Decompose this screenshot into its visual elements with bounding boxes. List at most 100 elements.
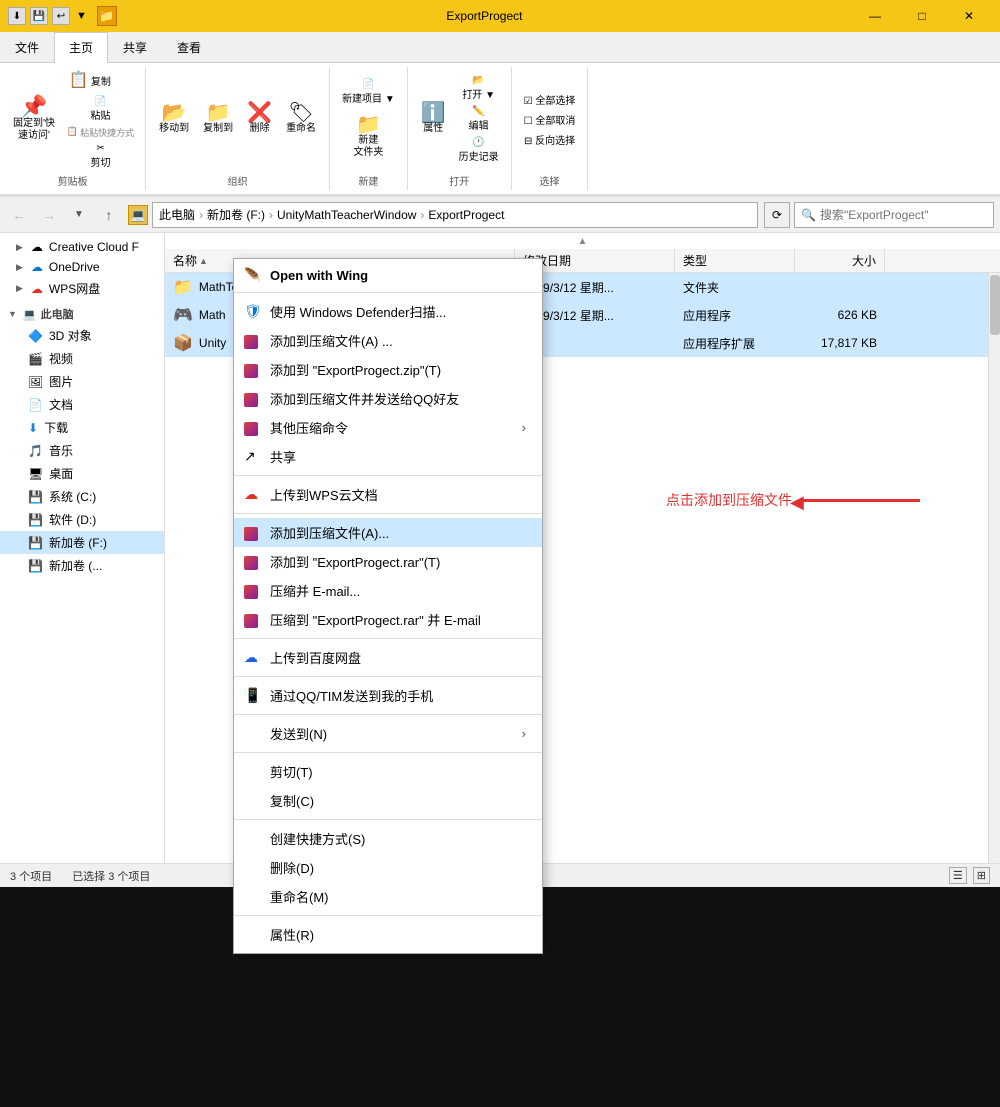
ribbon-tab-home[interactable]: 主页 xyxy=(54,32,108,63)
new-folder-icon: 📁 xyxy=(356,115,381,135)
sidebar-item-docs[interactable]: 📄 文档 xyxy=(0,393,164,416)
sort-arrow-icon: ▲ xyxy=(199,256,208,266)
copy-button[interactable]: 📋 复制 xyxy=(64,67,137,93)
refresh-button[interactable]: ⟳ xyxy=(764,202,790,228)
cm-add-qq[interactable]: 添加到压缩文件并发送给QQ好友 xyxy=(234,384,542,413)
view-details-icon[interactable]: ☰ xyxy=(949,867,967,884)
cm-sep2 xyxy=(234,475,542,476)
cm-defender[interactable]: 🛡 使用 Windows Defender扫描... xyxy=(234,297,542,326)
sidebar-item-drive-f[interactable]: 💾 新加卷 (F:) xyxy=(0,531,164,554)
share-icon: ↗ xyxy=(244,448,256,465)
new-item-button[interactable]: 📄 新建项目 ▼ xyxy=(338,77,399,107)
undo-btn[interactable]: ↩ xyxy=(52,7,70,25)
col-header-size[interactable]: 大小 xyxy=(795,249,885,272)
path-current: ExportProgect xyxy=(428,208,504,222)
cm-upload-baidu[interactable]: ☁ 上传到百度网盘 xyxy=(234,643,542,672)
defender-icon: 🛡 xyxy=(244,303,262,320)
cut-button[interactable]: ✂ 剪切 xyxy=(64,141,137,171)
search-icon: 🔍 xyxy=(801,208,816,222)
ribbon-tab-bar: 文件 主页 共享 查看 xyxy=(0,32,1000,63)
recent-locations-button[interactable]: ▼ xyxy=(66,202,92,228)
search-input[interactable] xyxy=(820,208,987,222)
col-header-type[interactable]: 类型 xyxy=(675,249,795,272)
paste-button[interactable]: 📄 粘贴 xyxy=(64,94,137,124)
submenu-arrow-icon: › xyxy=(522,420,526,435)
history-button[interactable]: 🕐 历史记录 xyxy=(455,135,503,165)
forward-button[interactable]: → xyxy=(36,202,62,228)
sidebar-item-pictures[interactable]: 🖼 图片 xyxy=(0,370,164,393)
sidebar-item-desktop[interactable]: 🖥 桌面 xyxy=(0,462,164,485)
cm-cut[interactable]: 剪切(T) xyxy=(234,757,542,786)
properties-icon: ℹ️ xyxy=(421,103,446,123)
sidebar-item-video[interactable]: 🎬 视频 xyxy=(0,347,164,370)
vertical-scrollbar[interactable] xyxy=(988,273,1000,863)
selected-count: 已选择 3 个项目 xyxy=(72,868,150,884)
sidebar-section-thispc[interactable]: ▼ 💻 此电脑 xyxy=(0,300,164,324)
cm-other-compress[interactable]: 其他压缩命令 › xyxy=(234,413,542,442)
ribbon-tab-file[interactable]: 文件 xyxy=(0,32,54,62)
sidebar-item-music[interactable]: 🎵 音乐 xyxy=(0,439,164,462)
quick-access-btn[interactable]: ⬇ xyxy=(8,7,26,25)
cm-add-rar[interactable]: 添加到 "ExportProgect.rar"(T) xyxy=(234,547,542,576)
view-large-icon[interactable]: ⊞ xyxy=(973,867,990,884)
rename-button[interactable]: 🏷 重命名 xyxy=(281,100,321,138)
scrollbar-thumb[interactable] xyxy=(990,275,1000,335)
video-icon: 🎬 xyxy=(28,352,43,366)
cm-create-shortcut[interactable]: 创建快捷方式(S) xyxy=(234,824,542,853)
cm-add-archive[interactable]: 添加到压缩文件(A) ... xyxy=(234,326,542,355)
cm-rename[interactable]: 重命名(M) xyxy=(234,882,542,911)
delete-button[interactable]: ❌ 删除 xyxy=(242,100,277,138)
ribbon: 文件 主页 共享 查看 📌 固定到'快速访问' 📋 复制 xyxy=(0,32,1000,197)
cm-send-phone[interactable]: 📱 通过QQ/TIM发送到我的手机 xyxy=(234,681,542,710)
close-button[interactable]: ✕ xyxy=(946,0,992,32)
cm-delete[interactable]: 删除(D) xyxy=(234,853,542,882)
cm-compress-rar-email[interactable]: 压缩到 "ExportProgect.rar" 并 E-mail xyxy=(234,605,542,634)
new-folder-button[interactable]: 📁 新建文件夹 xyxy=(338,112,399,162)
open-label: 打开 xyxy=(449,173,469,190)
copy-icon: 📋 xyxy=(69,70,89,90)
sidebar-item-drive-extra[interactable]: 💾 新加卷 (... xyxy=(0,554,164,577)
cm-upload-wps[interactable]: ☁ 上传到WPS云文档 xyxy=(234,480,542,509)
wps-upload-icon: ☁ xyxy=(244,486,258,503)
sidebar-item-onedrive[interactable]: ▶ ☁ OneDrive xyxy=(0,257,164,277)
ribbon-tab-share[interactable]: 共享 xyxy=(108,32,162,62)
sidebar-item-creative-cloud[interactable]: ▶ ☁ Creative Cloud F xyxy=(0,237,164,257)
cm-properties[interactable]: 属性(R) xyxy=(234,920,542,949)
pin-quickaccess-button[interactable]: 📌 固定到'快速访问' xyxy=(8,93,60,145)
properties-button[interactable]: ℹ️ 属性 xyxy=(416,100,451,138)
ribbon-group-new: 📄 新建项目 ▼ 📁 新建文件夹 新建 xyxy=(330,67,408,190)
sidebar-item-3d[interactable]: 🔷 3D 对象 xyxy=(0,324,164,347)
cm-compress-email[interactable]: 压缩并 E-mail... xyxy=(234,576,542,605)
edit-button[interactable]: ✏️ 编辑 xyxy=(455,104,503,134)
address-path[interactable]: 此电脑 › 新加卷 (F:) › UnityMathTeacherWindow … xyxy=(152,202,758,228)
move-to-button[interactable]: 📂 移动到 xyxy=(154,100,194,138)
back-button[interactable]: ← xyxy=(6,202,32,228)
up-button[interactable]: ↑ xyxy=(96,202,122,228)
open-button[interactable]: 📂 打开 ▼ xyxy=(455,73,503,103)
cm-copy[interactable]: 复制(C) xyxy=(234,786,542,815)
ribbon-tab-view[interactable]: 查看 xyxy=(162,32,216,62)
cm-open-wing[interactable]: 🪶 Open with Wing xyxy=(234,263,542,288)
cm-send-to[interactable]: 发送到(N) › xyxy=(234,719,542,748)
save-btn[interactable]: 💾 xyxy=(30,7,48,25)
drive-f-icon: 💾 xyxy=(28,536,43,550)
cm-add-archive2[interactable]: 添加到压缩文件(A)... xyxy=(234,518,542,547)
cm-copy-label: 复制(C) xyxy=(270,791,314,810)
move-icon: 📂 xyxy=(162,103,187,123)
location-icon: 💻 xyxy=(128,205,148,225)
cm-add-zip[interactable]: 添加到 "ExportProgect.zip"(T) xyxy=(234,355,542,384)
minimize-button[interactable]: — xyxy=(852,0,898,32)
sidebar-item-downloads[interactable]: ⬇ 下载 xyxy=(0,416,164,439)
sidebar-item-drive-d[interactable]: 💾 软件 (D:) xyxy=(0,508,164,531)
invert-select-button[interactable]: ⊟ 反向选择 xyxy=(520,130,580,149)
maximize-button[interactable]: □ xyxy=(899,0,945,32)
cm-share[interactable]: ↗ 共享 xyxy=(234,442,542,471)
cm-upload-wps-label: 上传到WPS云文档 xyxy=(270,485,378,504)
annotation-arrowhead: ◀ xyxy=(790,492,804,513)
sidebar-item-drive-c[interactable]: 💾 系统 (C:) xyxy=(0,485,164,508)
select-all-button[interactable]: ☑ 全部选择 xyxy=(520,90,580,109)
sidebar-item-wps[interactable]: ▶ ☁ WPS网盘 xyxy=(0,277,164,300)
title-bar-dropdown[interactable]: ▼ xyxy=(76,10,87,22)
copy-to-button[interactable]: 📁 复制到 xyxy=(198,100,238,138)
select-none-button[interactable]: ☐ 全部取消 xyxy=(520,110,580,129)
